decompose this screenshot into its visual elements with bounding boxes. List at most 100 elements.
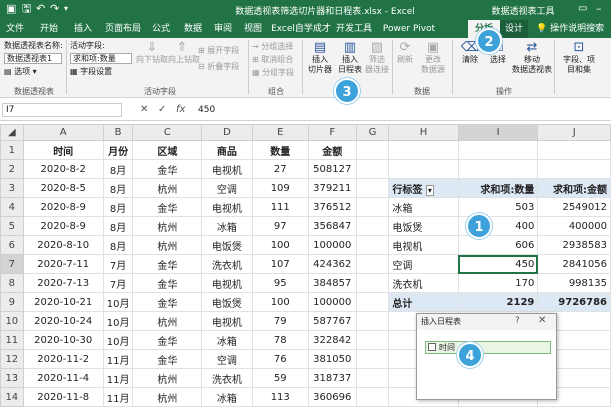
pivot-total-qty[interactable]: 2129 bbox=[457, 292, 539, 312]
cell[interactable] bbox=[457, 140, 539, 160]
formula-input[interactable]: 450 bbox=[198, 103, 215, 117]
pivot-total-label[interactable]: 总计 bbox=[388, 292, 459, 312]
row-header[interactable]: 1 bbox=[0, 140, 24, 160]
ribbon-display-icon[interactable]: ▭ bbox=[578, 3, 587, 15]
cell[interactable]: 2020-8-10 bbox=[22, 235, 104, 255]
tell-me-search[interactable]: 💡 操作说明搜索 bbox=[536, 20, 611, 38]
cell[interactable] bbox=[537, 159, 611, 179]
header-cell[interactable]: 时间 bbox=[22, 140, 104, 160]
cell[interactable]: 11月 bbox=[102, 387, 134, 407]
cell[interactable] bbox=[388, 159, 459, 179]
cell[interactable]: 100000 bbox=[307, 235, 357, 255]
cell[interactable]: 379211 bbox=[307, 178, 357, 198]
cell[interactable]: 电视机 bbox=[201, 311, 253, 331]
cell[interactable]: 金华 bbox=[132, 349, 203, 369]
cell[interactable]: 8月 bbox=[102, 216, 134, 236]
cell[interactable]: 2020-8-9 bbox=[22, 216, 104, 236]
row-header[interactable]: 5 bbox=[0, 216, 24, 236]
cell[interactable] bbox=[355, 349, 390, 369]
cell[interactable]: 11月 bbox=[102, 349, 134, 369]
cell[interactable]: 97 bbox=[251, 216, 309, 236]
pivot-col-header-amt[interactable]: 求和项:金额 bbox=[537, 178, 611, 198]
pivot-value[interactable]: 170 bbox=[457, 273, 539, 293]
cell[interactable]: 冰箱 bbox=[201, 330, 253, 350]
cell[interactable]: 424362 bbox=[307, 254, 357, 274]
cell[interactable]: 322842 bbox=[307, 330, 357, 350]
pivot-col-header-qty[interactable]: 求和项:数量 bbox=[457, 178, 539, 198]
filter-connections-button[interactable]: ▧ 筛选 器连接 bbox=[364, 41, 390, 75]
tab-formulas[interactable]: 公式 bbox=[146, 20, 176, 38]
cell[interactable] bbox=[355, 387, 390, 407]
cell[interactable]: 2020-11-8 bbox=[22, 387, 104, 407]
cell[interactable] bbox=[355, 235, 390, 255]
cell[interactable]: 109 bbox=[251, 178, 309, 198]
row-header[interactable]: 3 bbox=[0, 178, 24, 198]
save-icon[interactable]: 🖫 bbox=[22, 3, 31, 15]
cell[interactable]: 10月 bbox=[102, 292, 134, 312]
pivot-total-amt[interactable]: 9726786 bbox=[537, 292, 611, 312]
collapse-field-button[interactable]: ⊟ 折叠字段 bbox=[198, 62, 239, 72]
redo-icon[interactable]: ↷ bbox=[50, 3, 59, 15]
cell[interactable]: 2020-11-4 bbox=[22, 368, 104, 388]
header-cell[interactable]: 金额 bbox=[307, 140, 357, 160]
col-header[interactable]: E bbox=[251, 124, 309, 141]
group-selection-button[interactable]: → 分组选择 bbox=[252, 42, 293, 52]
header-cell[interactable]: 商品 bbox=[201, 140, 253, 160]
minimize-icon[interactable]: – bbox=[596, 3, 602, 15]
cell[interactable]: 7月 bbox=[102, 254, 134, 274]
close-icon[interactable]: ✕ bbox=[538, 315, 546, 326]
cell[interactable]: 8月 bbox=[102, 197, 134, 217]
pivot-value[interactable]: 2938583 bbox=[537, 235, 611, 255]
cell[interactable]: 电饭煲 bbox=[201, 292, 253, 312]
row-header[interactable]: 8 bbox=[0, 273, 24, 293]
cell[interactable] bbox=[355, 178, 390, 198]
move-pivottable-button[interactable]: ⇄ 移动 数据透视表 bbox=[512, 41, 552, 75]
cell[interactable]: 79 bbox=[251, 311, 309, 331]
insert-slicer-button[interactable]: ▤ 插入 切片器 bbox=[304, 41, 336, 75]
enter-icon[interactable]: ✓ bbox=[158, 103, 166, 117]
cell[interactable]: 113 bbox=[251, 387, 309, 407]
cell[interactable]: 2020-10-24 bbox=[22, 311, 104, 331]
cell[interactable] bbox=[355, 292, 390, 312]
change-source-button[interactable]: ▣ 更改 数据源 bbox=[416, 41, 450, 75]
cell[interactable]: 空调 bbox=[201, 178, 253, 198]
timeline-field-option[interactable]: 时间 bbox=[425, 341, 551, 354]
tab-design[interactable]: 设计 bbox=[500, 20, 528, 38]
col-header[interactable]: F bbox=[307, 124, 357, 141]
tab-page-layout[interactable]: 页面布局 bbox=[100, 20, 146, 38]
row-header[interactable]: 14 bbox=[0, 387, 24, 407]
cell[interactable]: 2020-8-9 bbox=[22, 197, 104, 217]
tab-home[interactable]: 开始 bbox=[34, 20, 64, 38]
cell[interactable]: 金华 bbox=[132, 292, 203, 312]
pivot-row-label[interactable]: 电视机 bbox=[388, 235, 459, 255]
row-header[interactable]: 9 bbox=[0, 292, 24, 312]
cell[interactable]: 360696 bbox=[307, 387, 357, 407]
cell[interactable]: 111 bbox=[251, 197, 309, 217]
cell[interactable]: 100 bbox=[251, 235, 309, 255]
active-field-input[interactable]: 求和项:数量 bbox=[70, 53, 132, 64]
tab-developer[interactable]: 开发工具 bbox=[332, 20, 376, 38]
cell[interactable] bbox=[355, 197, 390, 217]
row-header[interactable]: 12 bbox=[0, 349, 24, 369]
cell[interactable]: 2020-11-2 bbox=[22, 349, 104, 369]
row-header[interactable]: 13 bbox=[0, 368, 24, 388]
undo-icon[interactable]: ↶ bbox=[36, 3, 45, 15]
field-settings-button[interactable]: ▦ 字段设置 bbox=[70, 67, 112, 77]
cell[interactable]: 8月 bbox=[102, 159, 134, 179]
customize-qat-icon[interactable]: ▾ bbox=[64, 3, 68, 15]
cell[interactable]: 杭州 bbox=[132, 368, 203, 388]
pt-name-input[interactable]: 数据透视表1 bbox=[4, 53, 62, 64]
cell[interactable] bbox=[388, 140, 459, 160]
cell[interactable]: 76 bbox=[251, 349, 309, 369]
cell[interactable] bbox=[537, 140, 611, 160]
drill-up-button[interactable]: ⇑ 向上钻取 bbox=[168, 41, 200, 65]
cancel-icon[interactable]: ✕ bbox=[140, 103, 148, 117]
cell[interactable]: 10月 bbox=[102, 311, 134, 331]
help-icon[interactable]: ? bbox=[515, 316, 520, 326]
pivot-row-label-header[interactable]: 行标签 ▾ bbox=[388, 178, 459, 198]
cell[interactable]: 2020-8-5 bbox=[22, 178, 104, 198]
col-header[interactable]: A bbox=[22, 124, 104, 141]
cell[interactable]: 金华 bbox=[132, 159, 203, 179]
cell[interactable] bbox=[355, 216, 390, 236]
col-header[interactable]: I bbox=[457, 124, 539, 141]
